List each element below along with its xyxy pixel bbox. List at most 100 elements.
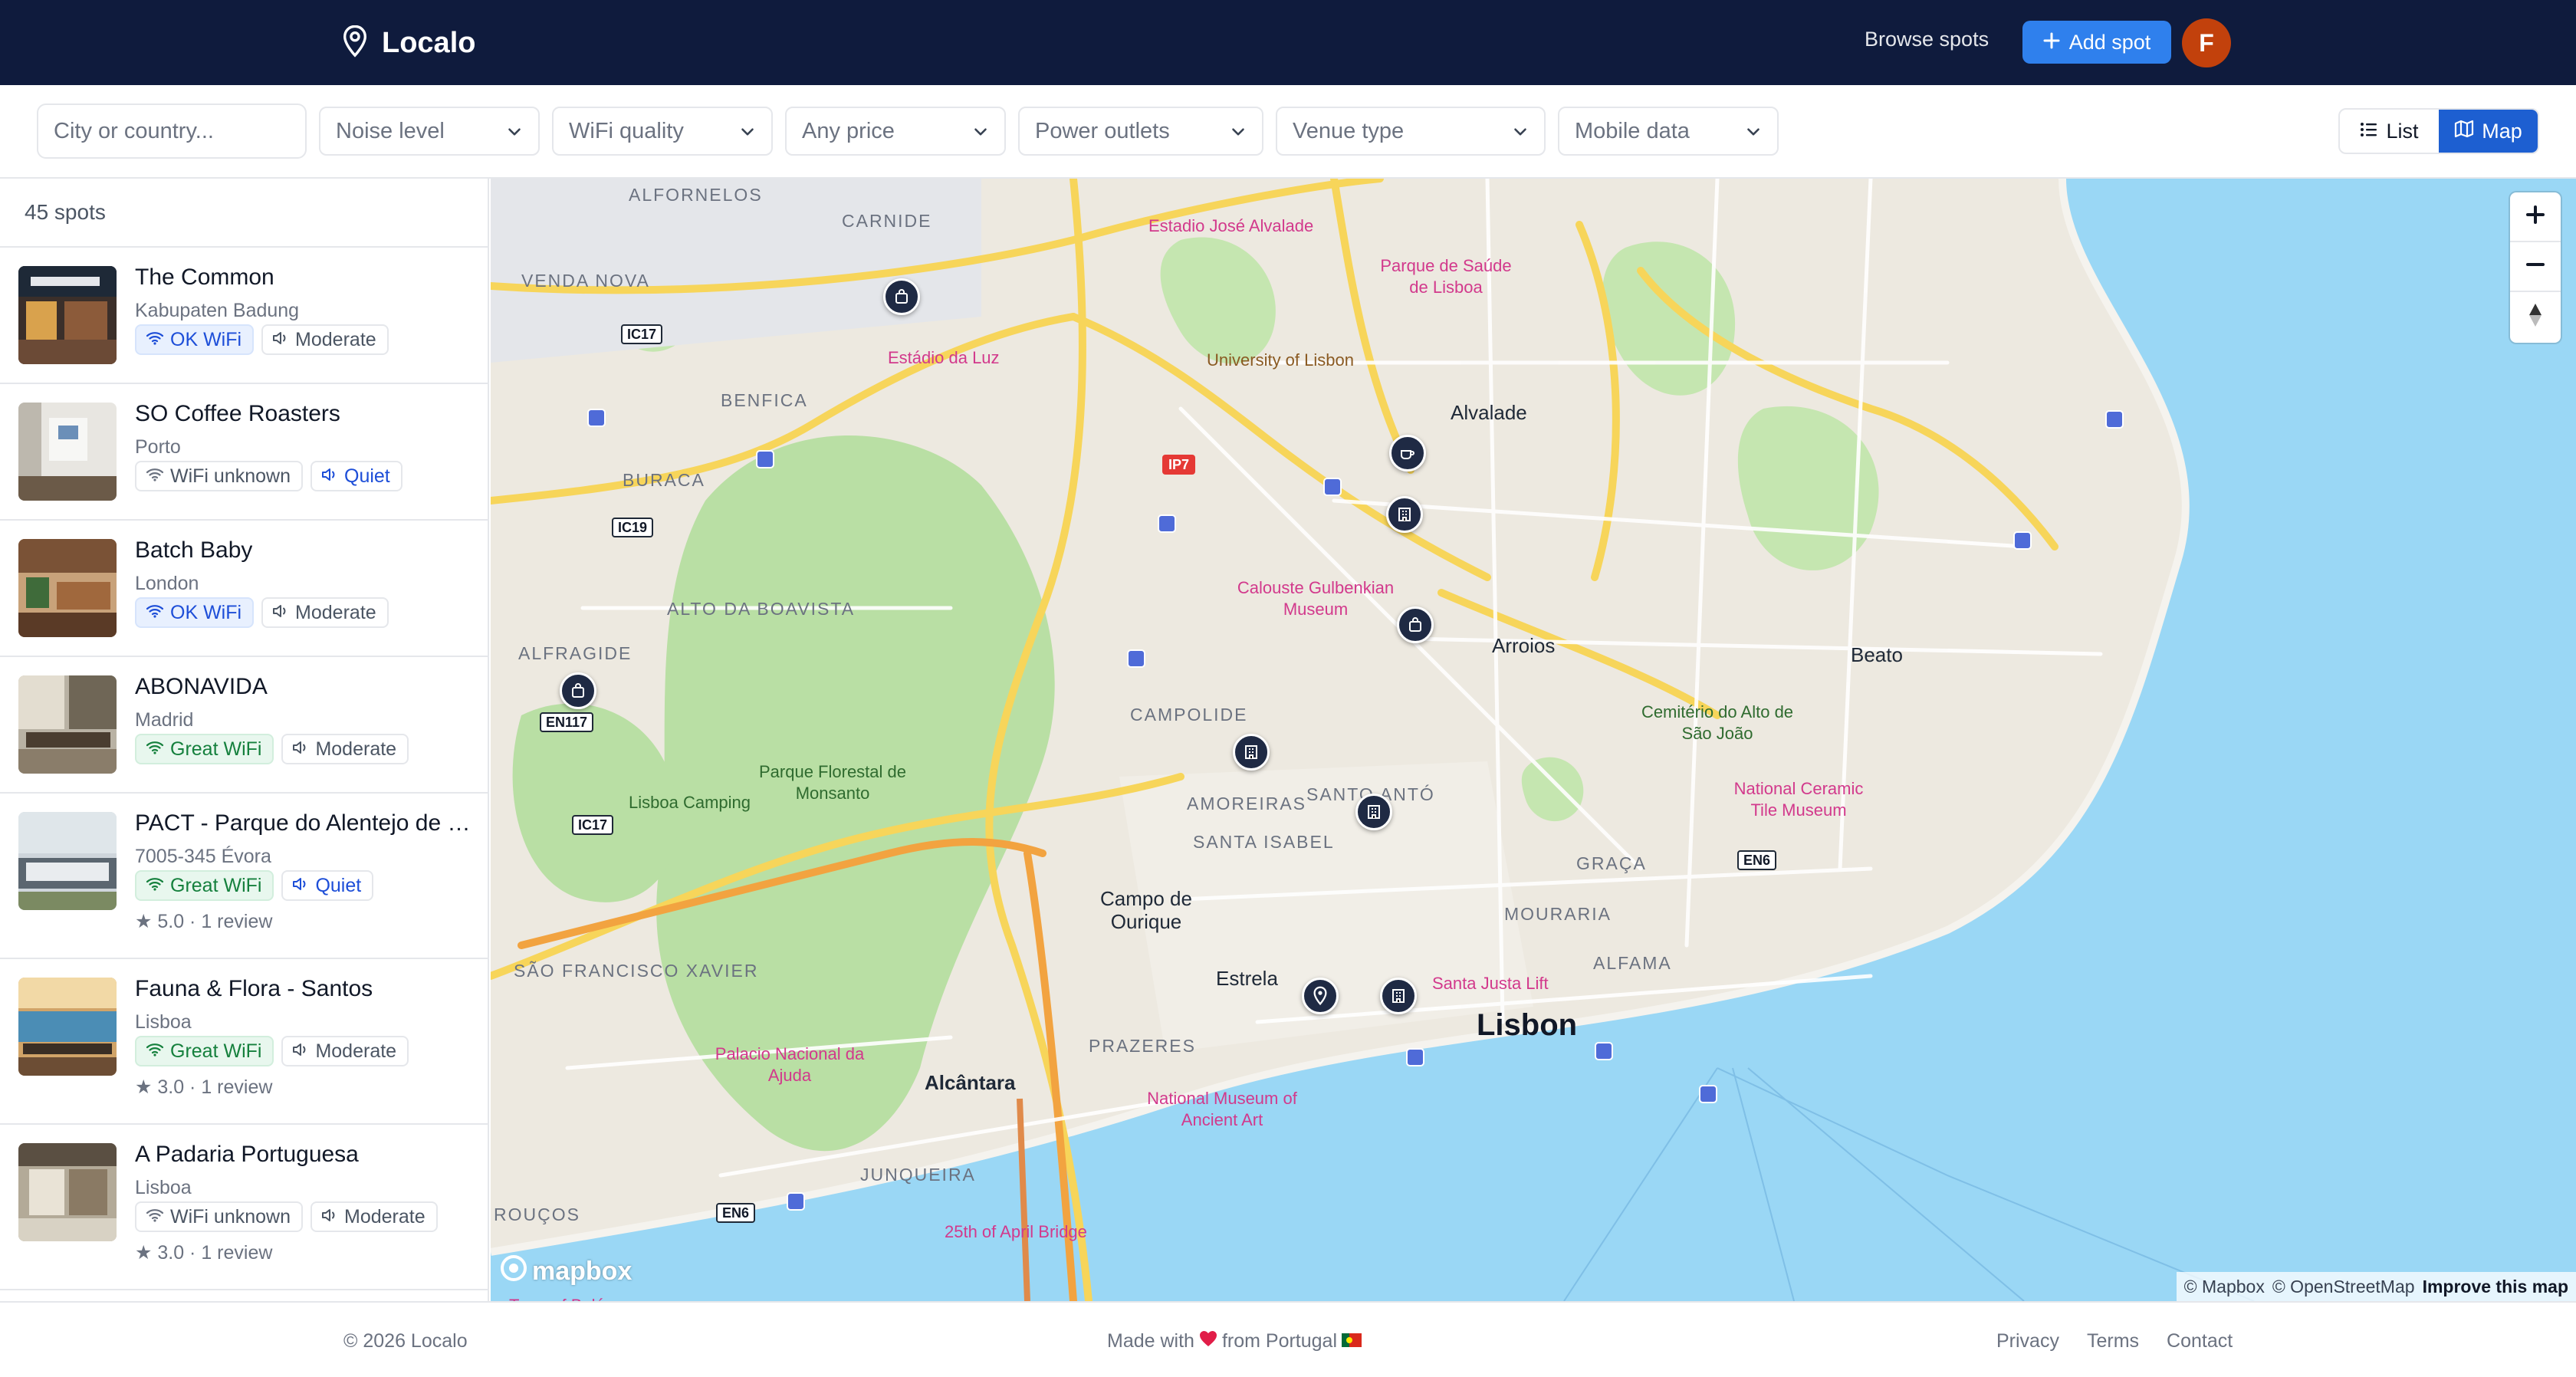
spot-name: A Padaria Portuguesa	[135, 1142, 359, 1167]
speaker-icon	[272, 329, 289, 351]
top-navbar: Localo Browse spots Add spot F	[0, 0, 2576, 85]
map-poi-label: 25th of April Bridge	[945, 1222, 1087, 1241]
speaker-icon	[292, 875, 309, 897]
rating-text: 3.0 · 1 review	[157, 1076, 273, 1098]
spot-rating: ★ 3.0 · 1 review	[135, 1076, 272, 1099]
noise-label: Quiet	[344, 465, 390, 487]
bag-icon[interactable]	[560, 672, 596, 709]
zoom-in-button[interactable]	[2510, 192, 2561, 242]
zoom-out-button[interactable]	[2510, 242, 2561, 292]
spot-thumbnail	[18, 539, 117, 637]
building-icon[interactable]	[1355, 794, 1392, 830]
mobile-data-label: Mobile data	[1575, 118, 1690, 143]
building-icon[interactable]	[1386, 496, 1423, 533]
wifi-badge: WiFi unknown	[135, 1201, 303, 1232]
spot-thumbnail	[18, 266, 117, 364]
spot-rating: ★ 3.0 · 1 review	[135, 1241, 272, 1264]
list-item[interactable]: Fauna & Flora - Santos Lisboa Great WiFi…	[0, 959, 488, 1125]
compass-button[interactable]	[2510, 292, 2561, 342]
noise-label: Moderate	[295, 328, 376, 350]
mobile-data-select[interactable]: Mobile data	[1558, 107, 1779, 156]
list-view-button[interactable]: List	[2340, 110, 2439, 153]
portugal-flag-icon	[1342, 1330, 1362, 1352]
wifi-badge: OK WiFi	[135, 597, 255, 628]
wifi-quality-label: WiFi quality	[569, 118, 684, 143]
map-neighborhood-label: Campo de Ourique	[1100, 887, 1192, 933]
road-shield: IP7	[1162, 455, 1196, 475]
footer-links: Privacy Terms Contact	[1996, 1330, 2233, 1352]
brand-logo[interactable]: Localo	[342, 23, 475, 63]
road-shield: IC17	[572, 815, 614, 835]
building-icon[interactable]	[1233, 734, 1270, 771]
coffee-icon[interactable]	[1389, 435, 1426, 472]
user-avatar[interactable]: F	[2182, 18, 2231, 67]
metro-station-icon	[2013, 531, 2032, 550]
list-item[interactable]: Batch Baby London OK WiFi Moderate	[0, 521, 488, 657]
city-search-input[interactable]	[37, 104, 307, 159]
map-canvas[interactable]: ALFORNELOS CARNIDE VENDA NOVA BENFICA BU…	[491, 179, 2576, 1301]
star-icon: ★	[135, 911, 158, 932]
list-item[interactable]: ABONAVIDA Madrid Great WiFi Moderate	[0, 657, 488, 794]
wifi-icon	[146, 602, 164, 624]
wifi-icon	[146, 1206, 164, 1228]
heart-icon	[1199, 1330, 1217, 1352]
map-poi-label: Santa Justa Lift	[1432, 974, 1549, 993]
improve-map-link[interactable]: Improve this map	[2423, 1277, 2568, 1297]
metro-station-icon	[756, 450, 774, 468]
mapbox-attribution-link[interactable]: © Mapbox	[2184, 1277, 2265, 1297]
power-outlets-label: Power outlets	[1035, 118, 1170, 143]
wifi-badge: Great WiFi	[135, 870, 274, 901]
map-view-label: Map	[2482, 119, 2522, 143]
metro-station-icon	[2105, 410, 2124, 429]
map-poi-label: Estádio da Luz	[888, 348, 1000, 367]
list-item[interactable]: SO Coffee Roasters Porto WiFi unknown Qu…	[0, 384, 488, 521]
noise-label: Quiet	[315, 874, 362, 896]
spot-name: Fauna & Flora - Santos	[135, 976, 373, 1001]
map-district-label: VENDA NOVA	[521, 271, 650, 291]
list-item[interactable]: The Common Kabupaten Badung OK WiFi Mode…	[0, 248, 488, 384]
mapbox-icon	[500, 1254, 527, 1289]
power-outlets-select[interactable]: Power outlets	[1018, 107, 1263, 156]
spots-sidebar: 45 spots The Common Kabupaten Badung OK …	[0, 179, 489, 1301]
price-select[interactable]: Any price	[785, 107, 1006, 156]
add-spot-button[interactable]: Add spot	[2022, 21, 2171, 64]
wifi-label: WiFi unknown	[170, 1205, 291, 1227]
building-icon[interactable]	[1380, 978, 1417, 1014]
spot-location: Madrid	[135, 709, 194, 731]
spot-location: Porto	[135, 436, 181, 458]
spot-name: Batch Baby	[135, 537, 253, 563]
map-poi-label: National Ceramic Tile Museum	[1733, 779, 1864, 820]
map-poi-label: Calouste Gulbenkian Museum	[1237, 578, 1395, 619]
contact-link[interactable]: Contact	[2167, 1330, 2233, 1352]
map-neighborhood-label: Arroios	[1492, 634, 1556, 657]
bag-icon[interactable]	[1397, 606, 1434, 643]
mapbox-logo[interactable]: mapbox	[500, 1254, 632, 1289]
map-view-button[interactable]: Map	[2439, 110, 2538, 153]
map-neighborhood-label: Beato	[1851, 643, 1903, 666]
noise-label: Moderate	[295, 601, 376, 623]
noise-badge: Moderate	[261, 324, 389, 355]
list-item[interactable]: PACT - Parque do Alentejo de Ciência e T…	[0, 794, 488, 959]
wifi-icon	[146, 738, 164, 761]
noise-level-select[interactable]: Noise level	[319, 107, 540, 156]
map-district-label: SANTA ISABEL	[1193, 832, 1335, 852]
bag-icon[interactable]	[883, 278, 920, 315]
add-spot-label: Add spot	[2068, 30, 2151, 54]
location-icon[interactable]	[1302, 978, 1339, 1014]
spot-thumbnail	[18, 1143, 117, 1241]
osm-attribution-link[interactable]: © OpenStreetMap	[2272, 1277, 2415, 1297]
privacy-link[interactable]: Privacy	[1996, 1330, 2059, 1352]
list-item[interactable]: A Padaria Portuguesa Lisboa WiFi unknown…	[0, 1125, 488, 1290]
road-shield: IC17	[621, 324, 663, 344]
filter-bar: Noise level WiFi quality Any price Power…	[0, 85, 2576, 179]
wifi-label: Great WiFi	[170, 738, 262, 760]
road-shield: EN117	[540, 712, 594, 732]
venue-type-select[interactable]: Venue type	[1276, 107, 1546, 156]
wifi-badge: Great WiFi	[135, 734, 274, 764]
map-district-label: ALTO DA BOAVISTA	[667, 599, 853, 619]
wifi-quality-select[interactable]: WiFi quality	[552, 107, 773, 156]
map-district-label: AMOREIRAS	[1187, 794, 1307, 813]
terms-link[interactable]: Terms	[2087, 1330, 2139, 1352]
map-district-label: SÃO FRANCISCO XAVIER	[514, 961, 759, 981]
browse-spots-link[interactable]: Browse spots	[1865, 28, 1989, 51]
